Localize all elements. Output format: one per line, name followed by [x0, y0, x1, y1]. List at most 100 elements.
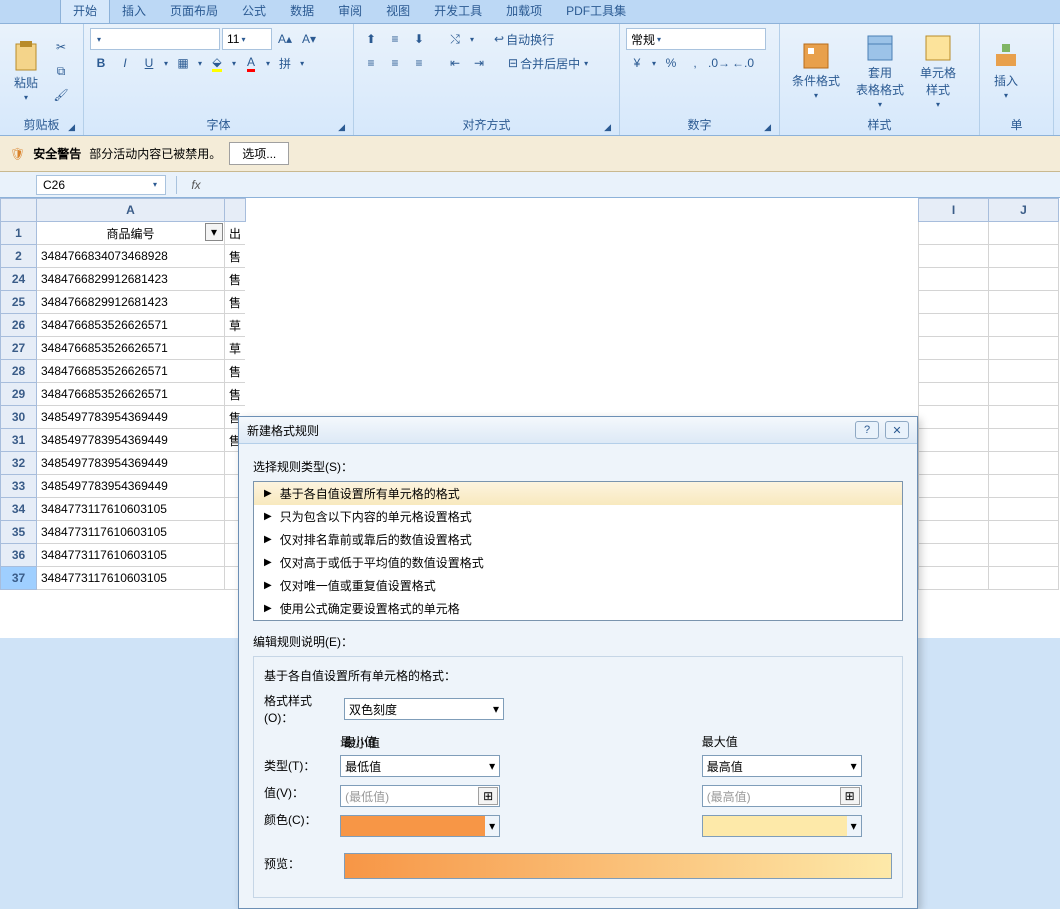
font-color-icon[interactable]: A — [240, 52, 262, 74]
cell[interactable]: 售 — [225, 360, 246, 383]
filter-button[interactable]: ▾ — [205, 223, 223, 241]
cell[interactable] — [989, 291, 1059, 314]
tab-layout[interactable]: 页面布局 — [158, 0, 230, 23]
cell[interactable]: 3485497783954369449 — [37, 475, 225, 498]
help-button[interactable]: ? — [855, 421, 879, 439]
row-header[interactable]: 26 — [1, 314, 37, 337]
indent-dec-icon[interactable]: ⇤ — [444, 52, 466, 74]
name-box[interactable]: C26▾ — [36, 175, 166, 195]
cell[interactable] — [989, 268, 1059, 291]
percent-icon[interactable]: % — [660, 52, 682, 74]
expand-icon[interactable]: ◢ — [764, 122, 771, 133]
row-header[interactable]: 32 — [1, 452, 37, 475]
cell[interactable] — [989, 383, 1059, 406]
cell[interactable] — [919, 245, 989, 268]
cell[interactable] — [989, 567, 1059, 590]
col-header-J[interactable]: J — [989, 199, 1059, 222]
cell[interactable] — [919, 452, 989, 475]
col-header-A[interactable]: A — [37, 199, 225, 222]
tab-view[interactable]: 视图 — [374, 0, 422, 23]
cell[interactable] — [919, 498, 989, 521]
align-right-icon[interactable]: ≡ — [408, 52, 430, 74]
row-header[interactable]: 35 — [1, 521, 37, 544]
select-all[interactable] — [1, 199, 37, 222]
row-header[interactable]: 37 — [1, 567, 37, 590]
cell[interactable]: 3484766834073468928 — [37, 245, 225, 268]
cell[interactable]: 3484766829912681423 — [37, 291, 225, 314]
max-type-combo[interactable]: 最高值▾ — [702, 755, 862, 777]
align-top-icon[interactable]: ⬆ — [360, 28, 382, 50]
grow-font-icon[interactable]: A▴ — [274, 28, 296, 50]
paste-button[interactable]: 粘贴 ▾ — [6, 38, 46, 104]
cell[interactable]: 售 — [225, 383, 246, 406]
cell[interactable]: 3485497783954369449 — [37, 406, 225, 429]
cell[interactable] — [919, 314, 989, 337]
cell[interactable]: 3485497783954369449 — [37, 452, 225, 475]
inc-decimal-icon[interactable]: .0→ — [708, 52, 730, 74]
format-style-combo[interactable]: 双色刻度▾ — [344, 698, 504, 720]
cell[interactable]: 草 — [225, 337, 246, 360]
row-header[interactable]: 30 — [1, 406, 37, 429]
number-format-combo[interactable]: 常规▾ — [626, 28, 766, 50]
cell[interactable] — [989, 498, 1059, 521]
col-header-I[interactable]: I — [919, 199, 989, 222]
rule-item-top-bottom[interactable]: ▶仅对排名靠前或靠后的数值设置格式 — [254, 528, 902, 551]
cell[interactable] — [989, 314, 1059, 337]
tab-addin[interactable]: 加载项 — [494, 0, 554, 23]
indent-inc-icon[interactable]: ⇥ — [468, 52, 490, 74]
row-header[interactable]: 27 — [1, 337, 37, 360]
align-left-icon[interactable]: ≡ — [360, 52, 382, 74]
expand-icon[interactable]: ◢ — [338, 122, 345, 133]
orientation-icon[interactable]: ⤭ — [444, 28, 466, 50]
min-color-combo[interactable]: ▾ — [340, 815, 500, 837]
cell[interactable] — [989, 406, 1059, 429]
cell[interactable] — [919, 429, 989, 452]
fx-button[interactable]: fx — [183, 175, 209, 195]
range-select-icon[interactable]: ⊞ — [840, 787, 860, 805]
tab-home[interactable]: 开始 — [60, 0, 110, 23]
cell[interactable]: 3484773117610603105 — [37, 544, 225, 567]
cell[interactable] — [989, 475, 1059, 498]
border-icon[interactable]: ▦ — [172, 52, 194, 74]
wrap-text-button[interactable]: ↩自动换行 — [490, 28, 558, 50]
min-value-input[interactable]: (最低值)⊞ — [340, 785, 500, 807]
close-button[interactable]: ✕ — [885, 421, 909, 439]
bold-button[interactable]: B — [90, 52, 112, 74]
row-header[interactable]: 28 — [1, 360, 37, 383]
cell[interactable] — [919, 337, 989, 360]
cell[interactable]: 3484766853526626571 — [37, 337, 225, 360]
font-size-combo[interactable]: 11▾ — [222, 28, 272, 50]
cell[interactable]: 售 — [225, 291, 246, 314]
cell[interactable] — [919, 521, 989, 544]
font-name-combo[interactable]: ▾ — [90, 28, 220, 50]
cell[interactable] — [989, 337, 1059, 360]
cell[interactable]: 3484766853526626571 — [37, 383, 225, 406]
tab-insert[interactable]: 插入 — [110, 0, 158, 23]
cell[interactable]: 3484766853526626571 — [37, 360, 225, 383]
cell[interactable] — [919, 268, 989, 291]
shrink-font-icon[interactable]: A▾ — [298, 28, 320, 50]
row-header[interactable]: 1 — [1, 222, 37, 245]
italic-button[interactable]: I — [114, 52, 136, 74]
row-header[interactable]: 2 — [1, 245, 37, 268]
cell[interactable] — [919, 544, 989, 567]
rule-item-average[interactable]: ▶仅对高于或低于平均值的数值设置格式 — [254, 551, 902, 574]
row-header[interactable]: 29 — [1, 383, 37, 406]
cell[interactable]: 售 — [225, 245, 246, 268]
row-header[interactable]: 25 — [1, 291, 37, 314]
row-header[interactable]: 36 — [1, 544, 37, 567]
expand-icon[interactable]: ◢ — [68, 122, 75, 133]
phonetic-icon[interactable]: 拼 — [274, 52, 296, 74]
cell[interactable] — [989, 222, 1059, 245]
max-color-combo[interactable]: ▾ — [702, 815, 862, 837]
row-header[interactable]: 24 — [1, 268, 37, 291]
worksheet[interactable]: A 1商品编号▾出23484766834073468928售2434847668… — [0, 198, 1060, 638]
cell[interactable] — [919, 291, 989, 314]
copy-icon[interactable]: ⧉ — [50, 60, 72, 82]
rule-item-all-values[interactable]: ▶基于各自值设置所有单元格的格式 — [254, 482, 902, 505]
insert-cells-button[interactable]: 插入▾ — [986, 40, 1026, 102]
max-value-input[interactable]: (最高值)⊞ — [702, 785, 862, 807]
cell[interactable] — [989, 521, 1059, 544]
align-bottom-icon[interactable]: ⬇ — [408, 28, 430, 50]
rule-item-contains[interactable]: ▶只为包含以下内容的单元格设置格式 — [254, 505, 902, 528]
